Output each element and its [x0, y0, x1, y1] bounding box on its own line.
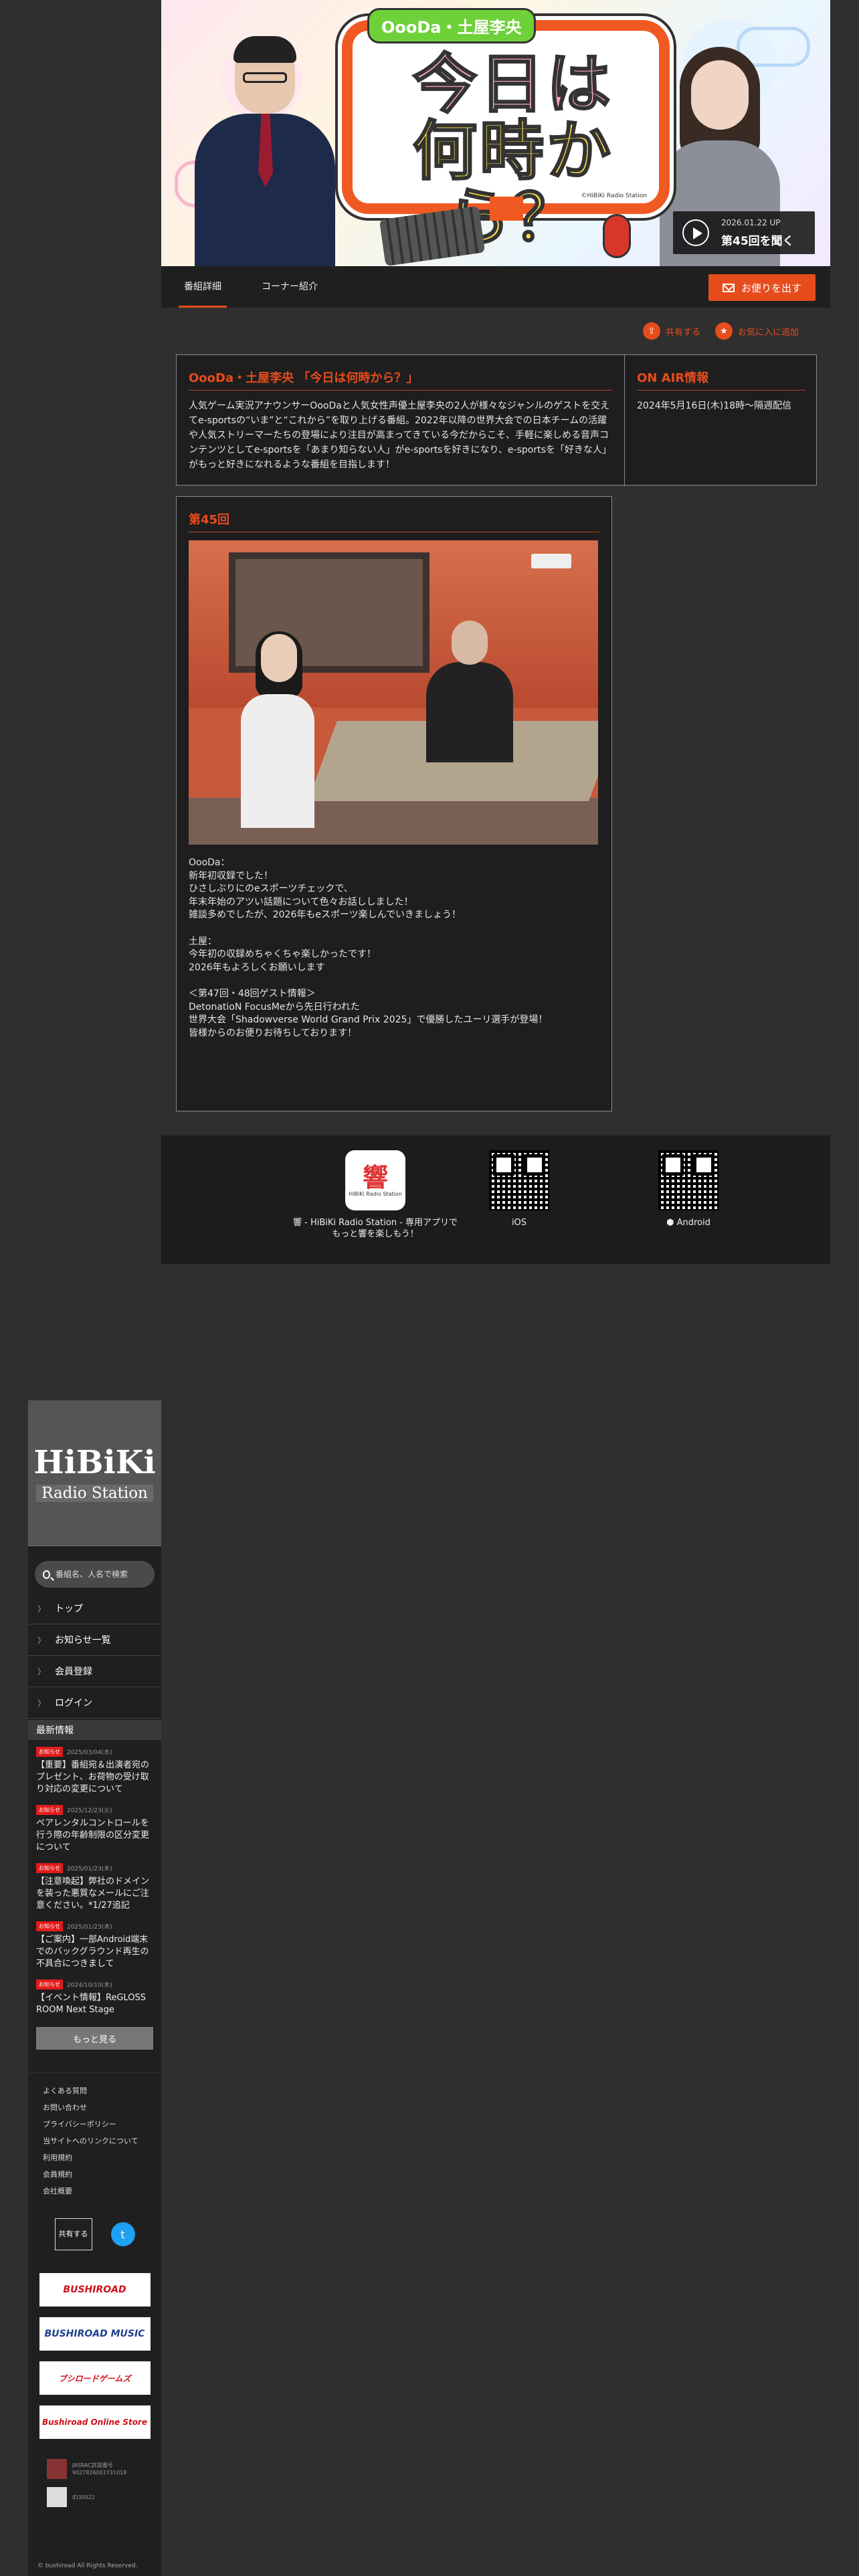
- episode-box: 第45回 OooDa： 新年初収録でした！ ひさしぶりにのeスポーツチェックで、…: [176, 496, 612, 1111]
- ios-label: iOS: [511, 1218, 527, 1228]
- news-item[interactable]: お知らせ 2025/01/23(木) 【注意喚起】弊社のドメインを装った悪質なメー…: [28, 1856, 161, 1915]
- nextone-license: ID30022: [28, 2487, 161, 2507]
- program-actions: ⇪ 共有する ★ お気に入に追加: [161, 308, 830, 356]
- link-member-terms[interactable]: 会員規約: [28, 2166, 161, 2183]
- app-icon[interactable]: 響 HiBiKi Radio Station: [345, 1150, 405, 1210]
- chevron-right-icon: 〉: [37, 1635, 46, 1645]
- tab-corner-intro[interactable]: コーナー紹介: [262, 280, 318, 293]
- bushiroad-banner[interactable]: BUSHIROAD: [39, 2273, 151, 2306]
- chevron-right-icon: 〉: [37, 1604, 46, 1614]
- search-input[interactable]: [54, 1569, 155, 1580]
- program-tabs: 番組詳細 コーナー紹介 お便りを出す: [161, 266, 830, 308]
- program-hero-image: OooDa・土屋李央 今日は 何時から？ ©HiBiKi Radio Stati…: [161, 0, 830, 266]
- share-site-button[interactable]: 共有する: [54, 2218, 92, 2250]
- site-logo[interactable]: HiBiKi Radio Station: [28, 1400, 161, 1546]
- news-date: 2025/01/23(木): [66, 1866, 112, 1872]
- link-company[interactable]: 会社概要: [28, 2183, 161, 2199]
- link-faq[interactable]: よくある質問: [28, 2082, 161, 2099]
- android-download[interactable]: ⬢ Android: [648, 1150, 729, 1228]
- favorite-button[interactable]: ★ お気に入に追加: [715, 322, 799, 340]
- ios-download[interactable]: iOS: [479, 1150, 559, 1228]
- host-photo-left: [181, 27, 342, 266]
- jasrac-license: JASRAC許諾番号 9027826001Y31018: [28, 2459, 161, 2479]
- app-download-section: 響 HiBiKi Radio Station 響 - HiBiKi Radio …: [161, 1136, 830, 1264]
- onair-text: 2024年5月16日(木)18時〜隔週配信: [637, 401, 792, 411]
- hero-credit: ©HiBiKi Radio Station: [581, 193, 647, 199]
- share-row: 共有する t: [28, 2218, 161, 2250]
- search-box[interactable]: [35, 1561, 155, 1588]
- listen-episode-link[interactable]: 第45回を聞く: [721, 231, 794, 248]
- news-heading: 最新情報: [28, 1720, 161, 1740]
- sidebar: HiBiKi Radio Station 〉トップ 〉お知らせ一覧 〉会員登録 …: [28, 1400, 161, 2576]
- news-item[interactable]: お知らせ 2025/12/23(火) ペアレンタルコントロールを行う際の年齢制限の…: [28, 1798, 161, 1856]
- link-terms[interactable]: 利用規約: [28, 2149, 161, 2166]
- main-column: OooDa・土屋李央 今日は 何時から？ ©HiBiKi Radio Stati…: [161, 0, 830, 1264]
- mouse-decoration: [603, 214, 631, 258]
- program-logo: OooDa・土屋李央 今日は 何時から？ ©HiBiKi Radio Stati…: [342, 8, 670, 253]
- episode-photo: [189, 540, 598, 845]
- news-badge: お知らせ: [36, 1805, 63, 1815]
- latest-episode-player[interactable]: 2026.01.22 UP 第45回を聞く: [673, 211, 815, 254]
- link-contact[interactable]: お問い合わせ: [28, 2099, 161, 2116]
- news-badge: お知らせ: [36, 1863, 63, 1873]
- news-date: 2025/01/23(木): [66, 1924, 112, 1931]
- onair-box: ON AIR情報 2024年5月16日(木)18時〜隔週配信: [625, 355, 818, 486]
- news-item[interactable]: お知らせ 2025/03/04(水) 【重要】番組宛＆出演者宛のプレゼント、お荷物…: [28, 1740, 161, 1798]
- search-icon: [43, 1570, 50, 1579]
- star-icon: ★: [715, 322, 733, 340]
- news-date: 2024/10/10(木): [66, 1982, 112, 1989]
- news-title[interactable]: 【ご案内】一部Android端末でのバックグラウンド再生の不具合につきまして: [36, 1934, 153, 1970]
- share-button[interactable]: ⇪ 共有する: [643, 322, 700, 340]
- program-title: OooDa・土屋李央 「今日は何時から？」: [189, 368, 612, 391]
- twitter-icon[interactable]: t: [110, 2222, 135, 2246]
- app-promo[interactable]: 響 HiBiKi Radio Station 響 - HiBiKi Radio …: [292, 1150, 459, 1240]
- news-badge: お知らせ: [36, 1921, 63, 1931]
- link-privacy[interactable]: プライバシーポリシー: [28, 2116, 161, 2133]
- ios-qr-code[interactable]: [489, 1150, 549, 1210]
- onair-title: ON AIR情報: [637, 368, 805, 391]
- share-icon: ⇪: [643, 322, 660, 340]
- mail-icon: [722, 283, 735, 292]
- news-badge: お知らせ: [36, 1979, 63, 1990]
- episode-text: OooDa： 新年初収録でした！ ひさしぶりにのeスポーツチェックで、 年末年始…: [189, 857, 548, 1039]
- sidebar-item-news[interactable]: 〉お知らせ一覧: [28, 1624, 161, 1656]
- android-qr-code[interactable]: [658, 1150, 719, 1210]
- news-date: 2025/03/04(水): [66, 1749, 112, 1756]
- more-news-button[interactable]: もっと見る: [36, 2027, 153, 2050]
- news-badge: お知らせ: [36, 1747, 63, 1757]
- program-info: OooDa・土屋李央 「今日は何時から？」 人気ゲーム実況アナウンサーOooDa…: [176, 354, 817, 486]
- send-letter-button[interactable]: お便りを出す: [708, 274, 816, 301]
- tab-program-details[interactable]: 番組詳細: [179, 280, 227, 308]
- news-title[interactable]: 【注意喚起】弊社のドメインを装った悪質なメールにご注意ください。*1/27追記: [36, 1876, 153, 1912]
- jasrac-logo: [47, 2459, 67, 2479]
- bushiroad-store-banner[interactable]: Bushiroad Online Store: [39, 2405, 151, 2439]
- news-title[interactable]: 【重要】番組宛＆出演者宛のプレゼント、お荷物の受け取り対応の変更について: [36, 1759, 153, 1796]
- program-description-box: OooDa・土屋李央 「今日は何時から？」 人気ゲーム実況アナウンサーOooDa…: [177, 355, 625, 486]
- program-description: 人気ゲーム実況アナウンサーOooDaと人気女性声優土屋李央の2人が様々なジャンル…: [189, 401, 611, 470]
- send-letter-label: お便りを出す: [741, 282, 801, 294]
- link-linking[interactable]: 当サイトへのリンクについて: [28, 2133, 161, 2149]
- bushiroad-music-banner[interactable]: BUSHIROAD MUSIC: [39, 2317, 151, 2351]
- play-icon[interactable]: [682, 219, 709, 246]
- sidebar-item-register[interactable]: 〉会員登録: [28, 1656, 161, 1687]
- footer-links: よくある質問 お問い合わせ プライバシーポリシー 当サイトへのリンクについて 利…: [28, 2072, 161, 2199]
- program-logo-tag: OooDa・土屋李央: [367, 8, 536, 43]
- news-item[interactable]: お知らせ 2024/10/10(木) 【イベント情報】ReGLOSS ROOM N…: [28, 1973, 161, 2019]
- app-caption: 響 - HiBiKi Radio Station - 専用アプリで もっと響を楽…: [293, 1218, 458, 1239]
- sidebar-item-top[interactable]: 〉トップ: [28, 1593, 161, 1624]
- android-icon: ⬢: [666, 1218, 674, 1228]
- copyright: © bushiroad All Rights Reserved.: [37, 2563, 138, 2569]
- episode-title: 第45回: [189, 510, 599, 532]
- nextone-logo: [47, 2487, 67, 2507]
- sidebar-item-login[interactable]: 〉ログイン: [28, 1687, 161, 1719]
- chevron-right-icon: 〉: [37, 1667, 46, 1677]
- bushiroad-games-banner[interactable]: ブシロードゲームズ: [39, 2361, 151, 2395]
- android-label: Android: [676, 1218, 710, 1228]
- news-title[interactable]: 【イベント情報】ReGLOSS ROOM Next Stage: [36, 1992, 153, 2016]
- news-item[interactable]: お知らせ 2025/01/23(木) 【ご案内】一部Android端末でのバックグ…: [28, 1915, 161, 1973]
- news-date: 2025/12/23(火): [66, 1808, 112, 1814]
- chevron-right-icon: 〉: [37, 1698, 46, 1708]
- news-title[interactable]: ペアレンタルコントロールを行う際の年齢制限の区分変更について: [36, 1818, 153, 1854]
- episode-date: 2026.01.22 UP: [721, 218, 781, 227]
